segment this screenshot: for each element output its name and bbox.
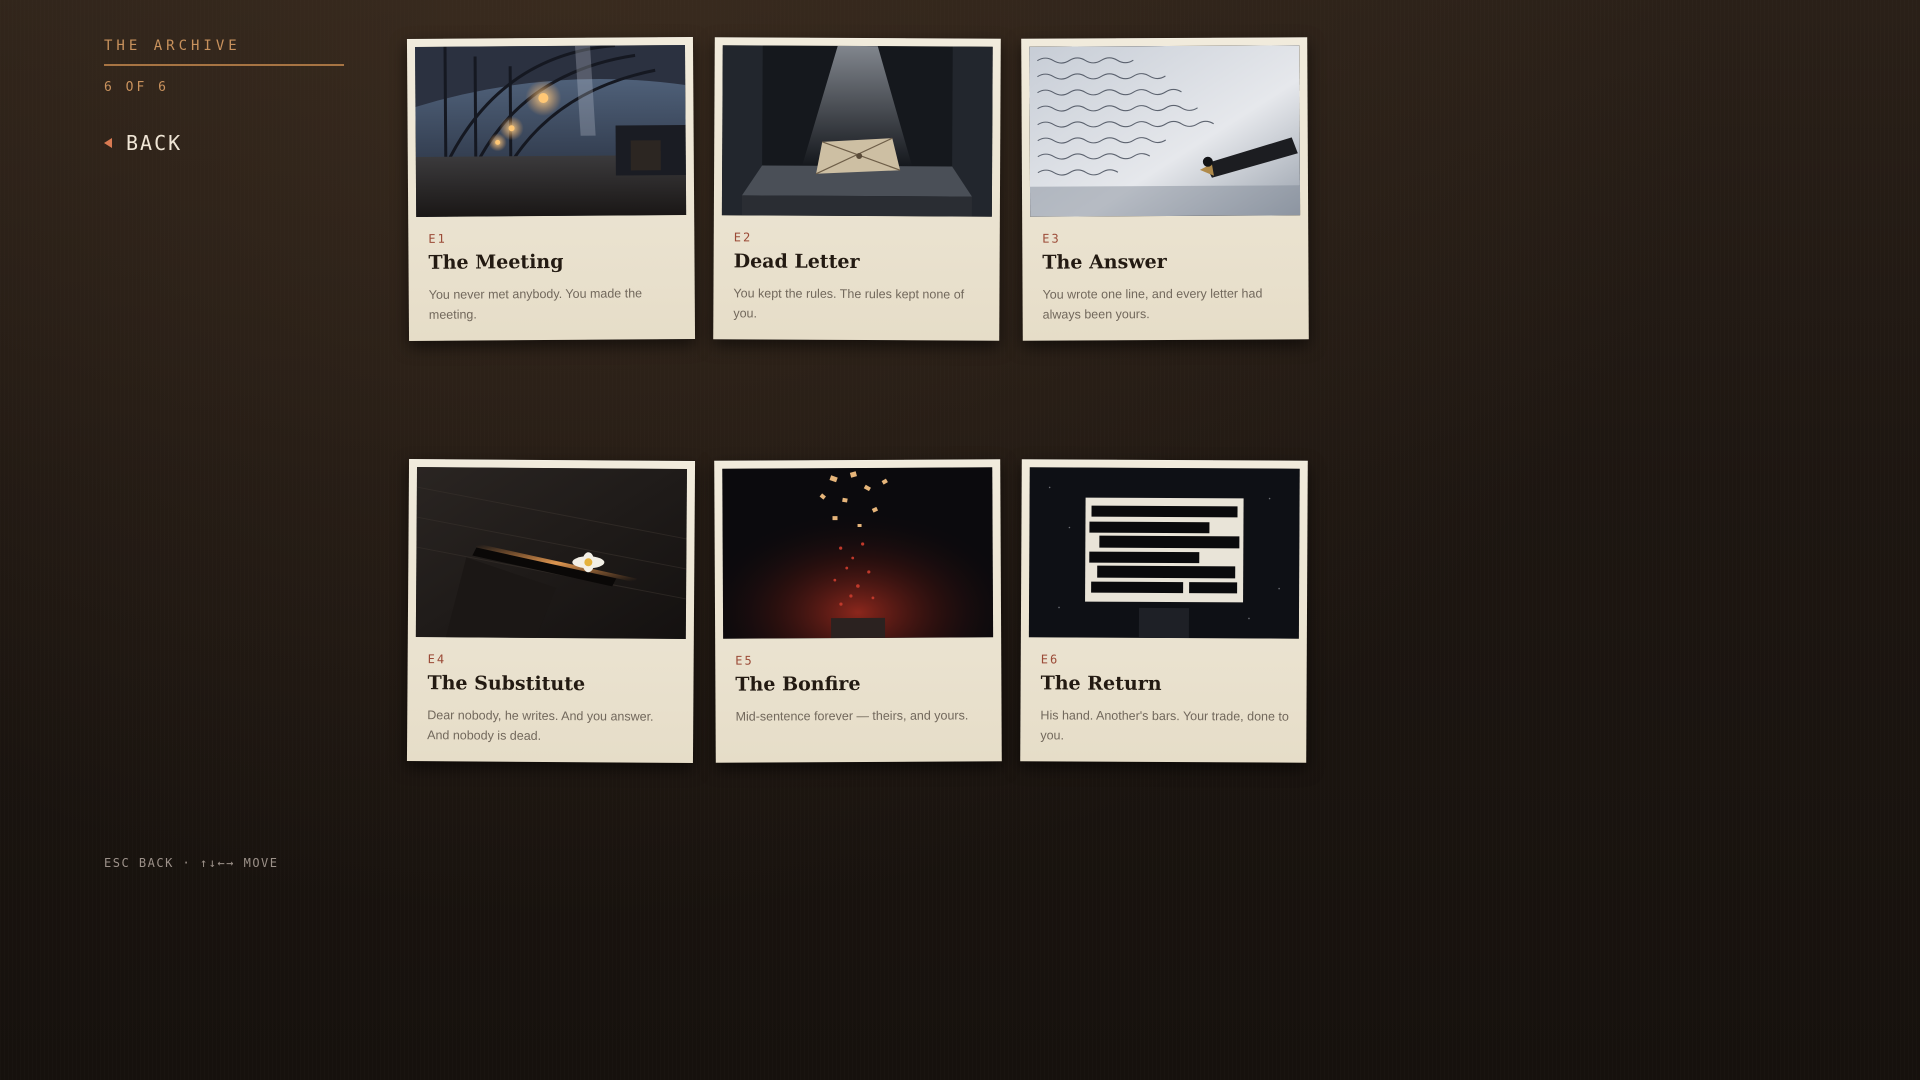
episode-card-e2[interactable]: E2 Dead Letter You kept the rules. The r… [713,37,1001,341]
episode-code: E2 [733,230,753,245]
daisy-in-drawer-illustration [415,467,687,639]
episode-card-e1[interactable]: E1 The Meeting You never met anybody. Yo… [406,37,696,341]
episode-card-e4[interactable]: E4 The Substitute Dear nobody, he writes… [406,459,696,763]
handwritten-letter-pen-illustration [1029,45,1301,217]
episode-card-e3[interactable]: E3 The Answer You wrote one line, and ev… [1021,37,1309,341]
episode-description: Mid-sentence forever — theirs, and yours… [735,708,969,724]
episode-title: The Answer [1042,250,1167,274]
episode-description: You never met anybody. You made the meet… [428,286,643,322]
back-button[interactable]: BACK [104,131,344,155]
train-station-illustration [415,45,687,217]
episode-title: The Substitute [427,672,586,696]
episode-code: E4 [427,652,447,667]
episode-title: The Return [1040,672,1162,695]
episode-description: You wrote one line, and every letter had… [1042,286,1263,322]
episode-card-e6[interactable]: E6 The Return His hand. Another's bars. … [1020,459,1308,763]
controls-hint: ESC BACK · ↑↓←→ MOVE [104,856,279,870]
episode-code: E6 [1040,652,1060,667]
episode-code: E3 [1042,231,1061,246]
episode-code: E5 [735,653,754,668]
episode-card-e5[interactable]: E5 The Bonfire Mid-sentence forever — th… [714,459,1002,763]
episode-code: E1 [428,231,447,246]
back-label: BACK [126,131,183,155]
episode-title: Dead Letter [733,250,860,274]
episode-description: You kept the rules. The rules kept none … [733,286,965,321]
episode-description: Dear nobody, he writes. And you answer. … [427,708,654,743]
episode-title: The Meeting [428,250,564,274]
episode-description: His hand. Another's bars. Your trade, do… [1040,708,1289,743]
back-arrow-icon [104,138,112,148]
bundled-letter-illustration [721,45,993,217]
redacted-letter-illustration [1028,467,1300,639]
episode-title: The Bonfire [735,672,861,696]
archive-title: THE ARCHIVE [104,38,344,66]
burning-papers-illustration [722,467,994,639]
archive-sidebar: THE ARCHIVE 6 OF 6 BACK [104,38,344,155]
archive-count: 6 OF 6 [104,80,169,95]
